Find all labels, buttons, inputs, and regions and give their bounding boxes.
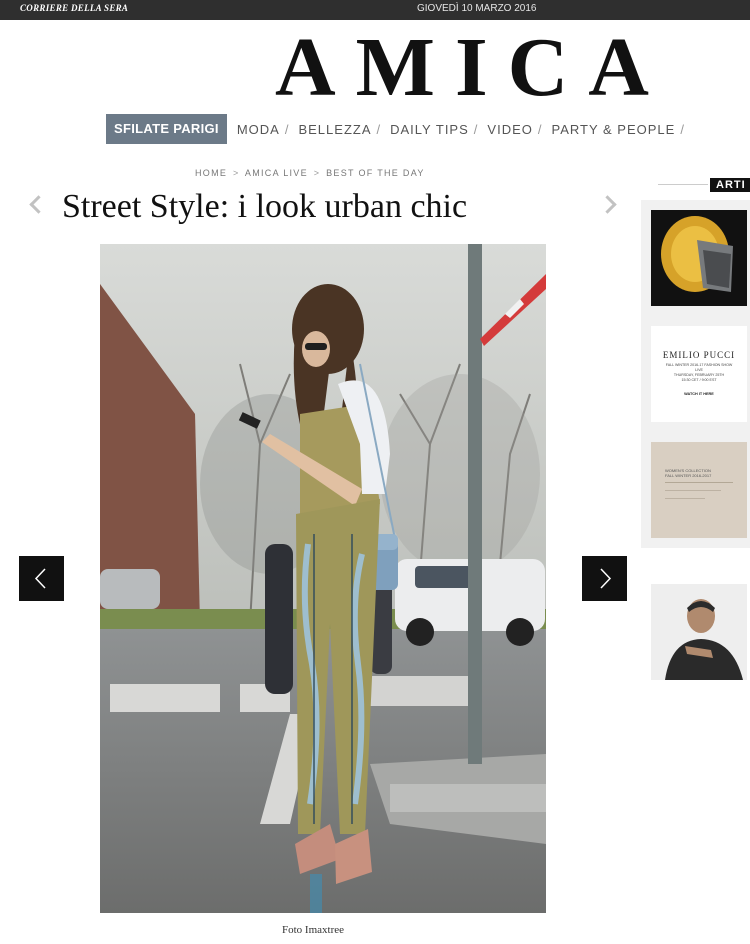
pucci-cta: WATCH IT HERE	[684, 392, 714, 396]
chevron-right-icon[interactable]	[598, 195, 617, 214]
gallery-prev-button[interactable]	[19, 556, 64, 601]
breadcrumb-separator: >	[233, 168, 240, 178]
article-title: Street Style: i look urban chic	[62, 188, 468, 225]
gallery-photo[interactable]	[100, 244, 546, 913]
nav-separator: /	[473, 121, 478, 137]
chevron-right-icon	[600, 568, 612, 589]
divider	[665, 490, 721, 491]
nav-separator: /	[376, 121, 381, 137]
sidebar-rule	[658, 184, 708, 185]
amica-logo[interactable]: AMICA	[275, 22, 695, 114]
breadcrumb: HOME > AMICA LIVE > BEST OF THE DAY	[195, 168, 425, 178]
nav-item-party-people[interactable]: PARTY & PEOPLE	[552, 122, 676, 137]
sidebar-thumb-collection: WOMEN'S COLLECTION FALL WINTER 2016-2017	[651, 442, 747, 538]
article-header: Street Style: i look urban chic	[28, 186, 622, 232]
breadcrumb-separator: >	[313, 168, 321, 178]
collection-text: WOMEN'S COLLECTION FALL WINTER 2016-2017	[665, 468, 711, 478]
main-nav: SFILATE PARIGI MODA / BELLEZZA / DAILY T…	[106, 114, 684, 144]
sidebar-thumb-portrait[interactable]	[651, 584, 747, 680]
top-bar: CORRIERE DELLA SERA GIOVEDÌ 10 MARZO 201…	[0, 0, 750, 20]
pucci-info: FALL WINTER 2016-17 FASHION SHOW LIVE TH…	[651, 363, 747, 383]
nav-item-video[interactable]: VIDEO	[487, 122, 532, 137]
corriere-logo[interactable]: CORRIERE DELLA SERA	[20, 3, 128, 13]
chevron-left-icon[interactable]	[29, 195, 48, 214]
nav-item-daily-tips[interactable]: DAILY TIPS	[390, 122, 469, 137]
sidebar-card[interactable]: EMILIO PUCCI FALL WINTER 2016-17 FASHION…	[641, 316, 750, 432]
nav-item-bellezza[interactable]: BELLEZZA	[298, 122, 371, 137]
pucci-line: 15:30 CET / 9:00 EST	[681, 378, 717, 382]
date-label: GIOVEDÌ 10 MARZO 2016	[417, 3, 537, 14]
divider	[665, 498, 705, 499]
nav-item-moda[interactable]: MODA	[237, 122, 280, 137]
chevron-left-icon	[34, 568, 46, 589]
breadcrumb-best-of-the-day[interactable]: BEST OF THE DAY	[326, 168, 425, 178]
sidebar-thumb-art	[651, 210, 747, 306]
divider	[665, 482, 733, 483]
breadcrumb-amica-live[interactable]: AMICA LIVE	[245, 168, 308, 178]
sidebar-tab[interactable]: ARTI	[710, 178, 750, 192]
photo-credit: Foto Imaxtree	[282, 924, 345, 936]
nav-separator: /	[284, 121, 289, 137]
breadcrumb-home[interactable]: HOME	[195, 168, 227, 178]
sidebar-card[interactable]	[641, 200, 750, 316]
pucci-title: EMILIO PUCCI	[662, 350, 736, 360]
gallery-next-button[interactable]	[582, 556, 627, 601]
nav-separator: /	[537, 121, 542, 137]
nav-separator: /	[680, 121, 684, 137]
sidebar-card[interactable]: WOMEN'S COLLECTION FALL WINTER 2016-2017	[641, 432, 750, 548]
street-style-photo	[100, 244, 546, 913]
nav-item-sfilate-parigi[interactable]: SFILATE PARIGI	[106, 114, 227, 144]
collection-line: FALL WINTER 2016-2017	[665, 473, 712, 478]
sidebar-thumb-pucci: EMILIO PUCCI FALL WINTER 2016-17 FASHION…	[651, 326, 747, 422]
